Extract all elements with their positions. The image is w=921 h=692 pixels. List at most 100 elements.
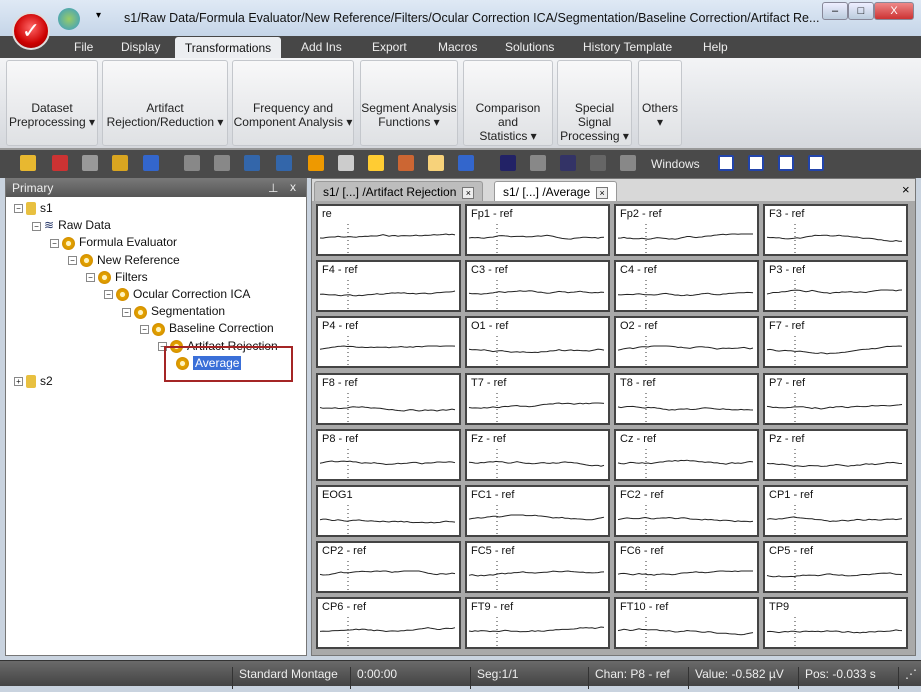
- tree-item[interactable]: + s2: [14, 374, 53, 389]
- tree-item[interactable]: − New Reference: [68, 253, 180, 267]
- expand-toggle-icon[interactable]: −: [32, 221, 41, 231]
- channel-plot[interactable]: F3 - ref: [763, 204, 908, 256]
- ribbon-group-button[interactable]: Artifact Rejection/Reduction ▾: [102, 60, 228, 146]
- restore-button[interactable]: □: [848, 2, 874, 20]
- channel-plot[interactable]: P7 - ref: [763, 372, 908, 425]
- ribbon-group-button[interactable]: Dataset Preprocessing ▾: [6, 60, 98, 146]
- channel-plot[interactable]: Pz - ref: [763, 428, 908, 481]
- close-document-button[interactable]: ×: [902, 182, 910, 197]
- channel-plot[interactable]: F7 - ref: [763, 316, 908, 369]
- toolbar-tool-icon[interactable]: [338, 155, 354, 171]
- channel-plot[interactable]: FT10 - ref: [614, 597, 759, 650]
- tree-item[interactable]: − Baseline Correction: [140, 321, 274, 336]
- toolbar-tool-icon[interactable]: [82, 155, 98, 171]
- toolbar-tool-icon[interactable]: [530, 155, 546, 171]
- menu-file[interactable]: File: [74, 40, 93, 54]
- channel-plot[interactable]: F8 - ref: [316, 372, 461, 425]
- channel-plot[interactable]: T7 - ref: [465, 372, 610, 425]
- menu-export[interactable]: Export: [372, 40, 407, 54]
- toolbar-tool-icon[interactable]: [590, 155, 606, 171]
- ribbon-group-button[interactable]: Comparison and Statistics ▾: [463, 60, 553, 146]
- toolbar-tool-icon[interactable]: [560, 155, 576, 171]
- expand-toggle-icon[interactable]: −: [86, 273, 95, 283]
- channel-plot[interactable]: FC6 - ref: [614, 541, 759, 594]
- expand-toggle-icon[interactable]: −: [68, 255, 77, 265]
- menu-tab-transformations[interactable]: Transformations: [175, 37, 281, 59]
- toolbar-tool-icon[interactable]: [428, 155, 444, 171]
- expand-toggle-icon[interactable]: −: [122, 307, 131, 317]
- window-layout-icon[interactable]: [748, 155, 764, 171]
- ribbon-group-button[interactable]: Others ▾: [638, 60, 682, 146]
- channel-plot[interactable]: CP6 - ref: [316, 597, 461, 650]
- channel-plot[interactable]: FC2 - ref: [614, 485, 759, 537]
- app-logo-icon[interactable]: ✓: [12, 12, 50, 50]
- channel-plot[interactable]: C3 - ref: [465, 260, 610, 313]
- expand-toggle-icon[interactable]: −: [14, 204, 23, 214]
- channel-plot[interactable]: P8 - ref: [316, 428, 461, 481]
- channel-plot[interactable]: TP9: [763, 597, 908, 650]
- menu-help[interactable]: Help: [703, 40, 728, 54]
- toolbar-tool-icon[interactable]: [52, 155, 68, 171]
- channel-plot[interactable]: FC1 - ref: [465, 485, 610, 537]
- tree-item[interactable]: − ≋ Raw Data: [32, 218, 111, 232]
- channel-plot[interactable]: F4 - ref: [316, 260, 461, 313]
- toolbar-tool-icon[interactable]: [398, 155, 414, 171]
- minimize-button[interactable]: –: [822, 2, 848, 20]
- quick-access-globe-icon[interactable]: [58, 8, 80, 30]
- menu-add-ins[interactable]: Add Ins: [301, 40, 342, 54]
- window-layout-icon[interactable]: [718, 155, 734, 171]
- toolbar-tool-icon[interactable]: [244, 155, 260, 171]
- channel-plot[interactable]: EOG1: [316, 485, 461, 537]
- channel-plot[interactable]: CP2 - ref: [316, 541, 461, 594]
- ribbon-group-button[interactable]: Frequency and Component Analysis ▾: [232, 60, 354, 146]
- channel-plot[interactable]: O1 - ref: [465, 316, 610, 369]
- tab-close-icon[interactable]: ×: [462, 187, 475, 199]
- expand-toggle-icon[interactable]: −: [104, 290, 113, 300]
- window-layout-icon[interactable]: [778, 155, 794, 171]
- channel-plot[interactable]: P4 - ref: [316, 316, 461, 369]
- pane-close-button[interactable]: x: [290, 180, 296, 194]
- channel-plot[interactable]: O2 - ref: [614, 316, 759, 369]
- expand-toggle-icon[interactable]: −: [140, 324, 149, 334]
- toolbar-tool-icon[interactable]: [458, 155, 474, 171]
- close-button[interactable]: X: [874, 2, 914, 20]
- toolbar-tool-icon[interactable]: [112, 155, 128, 171]
- channel-plot[interactable]: CP5 - ref: [763, 541, 908, 594]
- channel-plot[interactable]: Cz - ref: [614, 428, 759, 481]
- tree-item[interactable]: − Filters: [86, 270, 148, 285]
- menu-display[interactable]: Display: [121, 40, 160, 54]
- menu-history-template[interactable]: History Template: [583, 40, 672, 54]
- tree-item[interactable]: − Segmentation: [122, 304, 225, 319]
- channel-plot[interactable]: re: [316, 204, 461, 256]
- document-tab[interactable]: s1/ [...] /Artifact Rejection ×: [314, 181, 484, 201]
- tree-item[interactable]: − Ocular Correction ICA: [104, 287, 250, 302]
- toolbar-tool-icon[interactable]: [20, 155, 36, 171]
- channel-plot[interactable]: FC5 - ref: [465, 541, 610, 594]
- channel-plot[interactable]: CP1 - ref: [763, 485, 908, 537]
- expand-toggle-icon[interactable]: −: [50, 238, 59, 248]
- menu-macros[interactable]: Macros: [438, 40, 477, 54]
- window-layout-icon[interactable]: [808, 155, 824, 171]
- tree-item[interactable]: − Formula Evaluator: [50, 235, 177, 250]
- channel-plot[interactable]: FT9 - ref: [465, 597, 610, 650]
- channel-plot[interactable]: Fp2 - ref: [614, 204, 759, 256]
- channel-plot[interactable]: T8 - ref: [614, 372, 759, 425]
- toolbar-tool-icon[interactable]: [276, 155, 292, 171]
- document-tab[interactable]: s1/ [...] /Average ×: [494, 181, 618, 201]
- channel-plot[interactable]: Fp1 - ref: [465, 204, 610, 256]
- resize-grip-icon[interactable]: ⋰: [898, 667, 917, 689]
- quick-access-dropdown-icon[interactable]: ▾: [96, 10, 101, 21]
- toolbar-tool-icon[interactable]: [308, 155, 324, 171]
- tree-item[interactable]: − s1: [14, 201, 53, 216]
- channel-plot[interactable]: Fz - ref: [465, 428, 610, 481]
- toolbar-tool-icon[interactable]: [620, 155, 636, 171]
- channel-plot[interactable]: C4 - ref: [614, 260, 759, 313]
- toolbar-tool-icon[interactable]: [500, 155, 516, 171]
- expand-toggle-icon[interactable]: +: [14, 377, 23, 387]
- toolbar-tool-icon[interactable]: [368, 155, 384, 171]
- toolbar-tool-icon[interactable]: [184, 155, 200, 171]
- ribbon-group-button[interactable]: Segment Analysis Functions ▾: [360, 60, 458, 146]
- toolbar-tool-icon[interactable]: [214, 155, 230, 171]
- ribbon-group-button[interactable]: Special Signal Processing ▾: [557, 60, 632, 146]
- tab-close-icon[interactable]: ×: [596, 187, 609, 199]
